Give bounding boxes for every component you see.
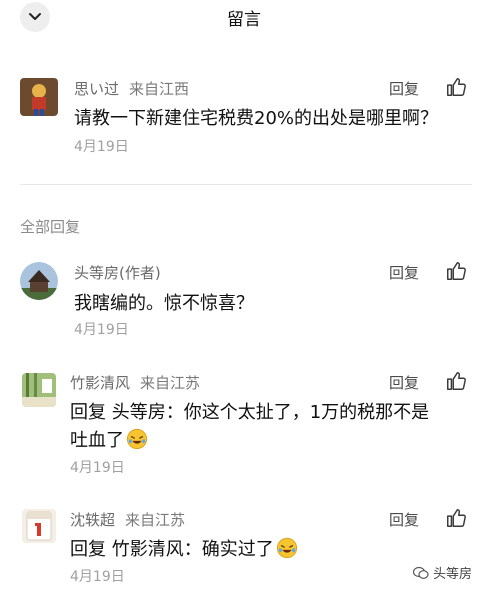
header: 留言: [0, 0, 488, 34]
author-name[interactable]: 头等房(作者): [74, 264, 161, 282]
comment-text-line: 吐血了: [70, 426, 148, 452]
reply-button[interactable]: 回复: [389, 372, 419, 393]
laughing-tears-emoji-icon: [126, 428, 148, 450]
author-name[interactable]: 沈轶超: [70, 511, 115, 529]
comment-text-line: 回复 头等房：你这个太扯了，1万的税那不是: [70, 402, 430, 423]
thumbs-up-icon[interactable]: [445, 76, 467, 98]
thumbs-up-icon[interactable]: [445, 507, 467, 529]
author-location: 来自江西: [129, 80, 190, 98]
comment-text-line: 回复 竹影清风：确实过了: [70, 535, 298, 561]
comment-author-line: 头等房(作者): [74, 262, 161, 283]
comment-text: 我瞎编的。惊不惊喜？: [74, 293, 254, 314]
watermark-text: 头等房: [432, 567, 472, 582]
avatar[interactable]: [20, 262, 58, 300]
thumbs-up-icon[interactable]: [445, 370, 467, 392]
laughing-tears-emoji-icon: [276, 537, 297, 559]
comment-date: 4月19日: [74, 322, 129, 338]
divider: [20, 184, 472, 185]
author-name[interactable]: 思い过: [74, 80, 119, 98]
wechat-logo-icon: [412, 566, 429, 579]
comment-text: 回复 竹影清风：确实过了: [70, 539, 274, 560]
reply-button[interactable]: 回复: [389, 78, 419, 99]
comment-date: 4月19日: [70, 460, 125, 476]
comment-date: 4月19日: [70, 569, 125, 585]
comment-text: 吐血了: [70, 430, 124, 451]
comment-date: 4月19日: [74, 139, 129, 155]
comment-author-line: 竹影清风 来自江苏: [70, 372, 200, 393]
author-location: 来自江苏: [125, 511, 186, 529]
section-label: 全部回复: [20, 218, 81, 236]
page-title: 留言: [227, 10, 261, 30]
watermark: 头等房: [412, 563, 472, 582]
avatar[interactable]: [20, 78, 58, 116]
comment-author-line: 思い过 来自江西: [74, 78, 189, 99]
thumbs-up-icon[interactable]: [445, 260, 467, 282]
author-location: 来自江苏: [140, 374, 201, 392]
comment-text: 请教一下新建住宅税费20%的出处是哪里啊？: [74, 108, 439, 129]
reply-button[interactable]: 回复: [389, 509, 419, 530]
author-name[interactable]: 竹影清风: [70, 374, 130, 392]
comment-author-line: 沈轶超 来自江苏: [70, 509, 185, 530]
reply-button[interactable]: 回复: [389, 262, 419, 283]
avatar[interactable]: [22, 373, 56, 407]
avatar[interactable]: [22, 509, 56, 543]
